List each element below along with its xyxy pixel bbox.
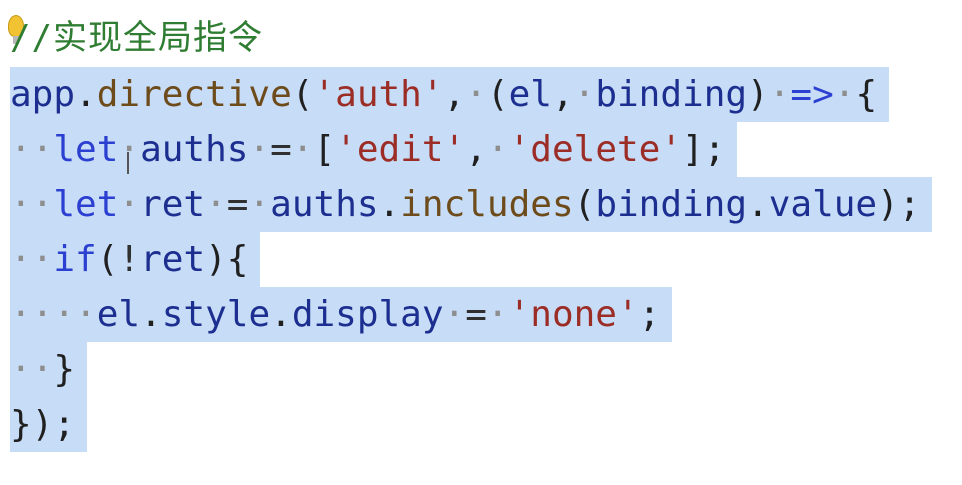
code-token: · bbox=[833, 74, 856, 115]
code-token: · bbox=[248, 184, 271, 225]
code-token: ·· bbox=[10, 349, 54, 390]
code-token: ){ bbox=[205, 239, 249, 280]
code-token: ···· bbox=[10, 294, 97, 335]
code-token: ! bbox=[118, 239, 141, 280]
code-token: ( bbox=[486, 74, 509, 115]
code-token: auths bbox=[270, 184, 379, 225]
code-token: let bbox=[53, 184, 119, 225]
code-token: }); bbox=[10, 404, 76, 445]
code-token: 'none' bbox=[508, 294, 639, 335]
code-token: ( bbox=[291, 74, 314, 115]
code-token: · bbox=[118, 129, 141, 170]
code-token: ·· bbox=[10, 184, 54, 225]
code-token: app bbox=[10, 74, 76, 115]
code-token: · bbox=[573, 74, 596, 115]
code-token: · bbox=[118, 184, 141, 225]
code-line-5[interactable]: ····el.style.display·=·'none'; bbox=[10, 287, 673, 342]
code-token: . bbox=[140, 294, 162, 335]
code-token: , bbox=[551, 74, 574, 115]
code-line-3[interactable]: ··let·ret·=·auths.includes(binding.value… bbox=[10, 177, 933, 232]
code-token: el bbox=[508, 74, 552, 115]
code-token: · bbox=[465, 74, 487, 115]
code-token: binding bbox=[595, 184, 748, 225]
code-token: . bbox=[378, 184, 401, 225]
code-token: , bbox=[443, 74, 466, 115]
code-token: · bbox=[248, 129, 271, 170]
code-token: let bbox=[53, 129, 119, 170]
code-token: = bbox=[465, 294, 487, 335]
code-token: el bbox=[96, 294, 141, 335]
code-token: directive bbox=[96, 74, 292, 115]
code-token: · bbox=[291, 129, 314, 170]
code-token: { bbox=[855, 74, 878, 115]
code-token: . bbox=[75, 74, 97, 115]
code-token: style bbox=[161, 294, 271, 335]
code-token: ( bbox=[573, 184, 596, 225]
code-token: ·· bbox=[10, 239, 54, 280]
code-token: ret bbox=[140, 239, 206, 280]
code-token: . bbox=[747, 184, 769, 225]
code-token: 'edit' bbox=[335, 129, 466, 170]
code-token: ( bbox=[96, 239, 119, 280]
code-line-7[interactable]: }); bbox=[10, 397, 88, 452]
code-token: [ bbox=[313, 129, 336, 170]
comment-line[interactable]: //实现全局指令 bbox=[10, 11, 263, 66]
code-token: ); bbox=[877, 184, 921, 225]
code-token: display bbox=[291, 294, 444, 335]
code-token: ]; bbox=[682, 129, 726, 170]
code-token: · bbox=[486, 294, 509, 335]
code-token: ) bbox=[747, 74, 769, 115]
code-token: binding bbox=[595, 74, 748, 115]
code-line-1[interactable]: app.directive('auth',·(el,·binding)·=>·{ bbox=[10, 67, 890, 122]
code-token: · bbox=[486, 129, 509, 170]
code-token: 'delete' bbox=[508, 129, 683, 170]
code-line-6[interactable]: ··} bbox=[10, 342, 88, 397]
code-token: => bbox=[790, 74, 834, 115]
code-token: value bbox=[768, 184, 878, 225]
code-token: . bbox=[270, 294, 292, 335]
code-editor[interactable]: //实现全局指令 app.directive('auth',·(el,·bind… bbox=[0, 0, 962, 485]
code-token: , bbox=[465, 129, 487, 170]
code-token: ret bbox=[140, 184, 206, 225]
code-token: includes bbox=[400, 184, 574, 225]
code-token: = bbox=[270, 129, 292, 170]
code-line-2[interactable]: ··let·auths·=·['edit',·'delete']; bbox=[10, 122, 738, 177]
text-cursor bbox=[127, 152, 129, 174]
code-token: ; bbox=[638, 294, 661, 335]
code-token: if bbox=[53, 239, 97, 280]
code-token: } bbox=[53, 349, 76, 390]
code-token: · bbox=[205, 184, 227, 225]
code-line-4[interactable]: ··if(!ret){ bbox=[10, 232, 261, 287]
code-token: auths bbox=[140, 129, 249, 170]
code-token: · bbox=[443, 294, 466, 335]
code-token: ·· bbox=[10, 129, 54, 170]
code-token: 'auth' bbox=[313, 74, 444, 115]
code-token: · bbox=[768, 74, 791, 115]
code-token: = bbox=[226, 184, 249, 225]
